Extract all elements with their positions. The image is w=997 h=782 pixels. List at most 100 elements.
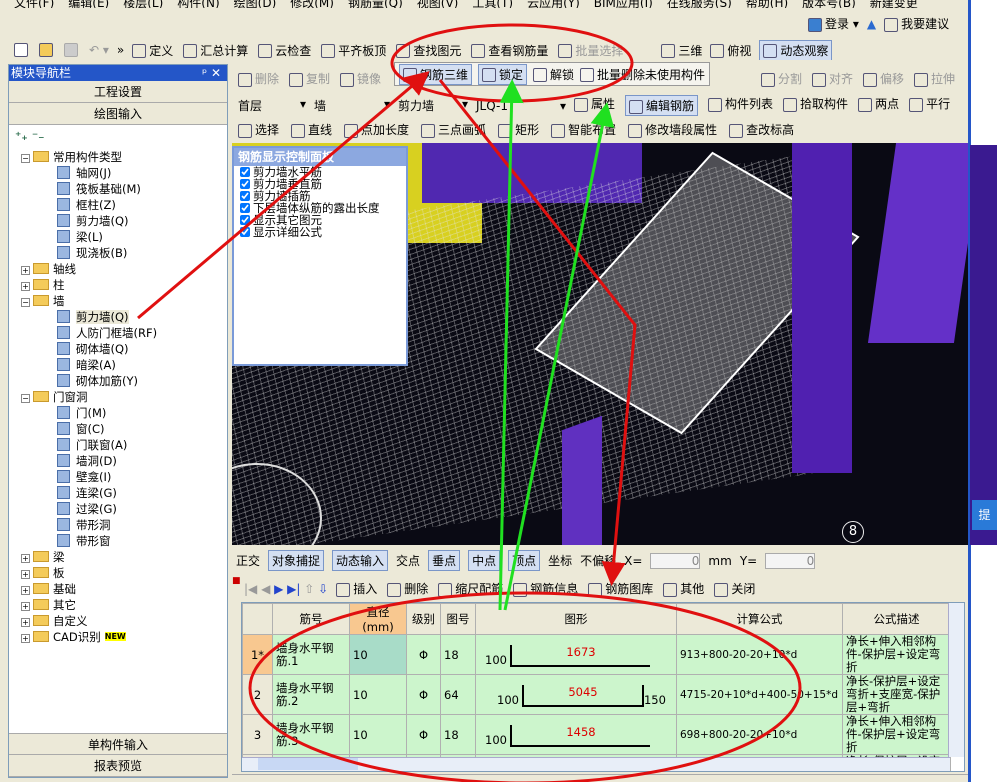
tree-item[interactable]: 窗(C) [21,421,227,437]
toolbar2_right-button-3[interactable]: 拉伸 [913,70,955,87]
cell-idx[interactable]: 3 [242,714,273,755]
toolbar3-button-0[interactable]: 属性 [574,95,615,116]
horizontal-scrollbar[interactable] [242,757,950,771]
option-checkbox[interactable] [240,215,250,225]
table-row[interactable]: 2 墙身水平钢筋.2 10 Φ 64 100 5045 150 4715-20+10*d+400… [242,674,951,715]
tree-item[interactable]: 门(M) [21,405,227,421]
collapse-icon[interactable]: − [21,154,30,163]
column-header[interactable]: 筋号 [272,603,350,635]
toolbar3-button-4[interactable]: 两点 [858,95,899,116]
tree-item[interactable]: 砌体墙(Q) [21,341,227,357]
snap-0[interactable]: 正交 [236,552,260,569]
tree-item[interactable]: 过梁(G) [21,501,227,517]
side-button[interactable]: 提 [972,500,997,530]
expand-icon[interactable]: + [21,266,30,275]
snap-1[interactable]: 对象捕捉 [268,550,325,571]
cell-fig[interactable]: 18 [440,634,476,675]
tree-folder[interactable]: + 柱 [21,277,227,293]
menu-item[interactable]: 编辑(E) [68,0,109,8]
menu-item[interactable]: 钢筋量(Q) [348,0,403,8]
toolbar4-button-4[interactable]: 矩形 [498,121,539,138]
new-file-icon[interactable] [14,43,28,57]
tree-folder[interactable]: + 自定义 [21,613,227,629]
expand-icon[interactable]: + [21,570,30,579]
cell-idx[interactable]: 2 [242,674,273,715]
toolbar2-button-0[interactable]: 删除 [238,70,279,87]
tree-item[interactable]: 剪力墙(Q) [21,213,227,229]
column-header[interactable]: 图号 [440,603,476,635]
cell-idx[interactable]: 1* [242,634,273,675]
vertical-scrollbar[interactable] [948,603,964,757]
column-header[interactable]: 直径(mm) [349,603,407,635]
menu-item[interactable]: 版本号(B) [802,0,856,8]
tree-folder[interactable]: + 其它 [21,597,227,613]
suggest-button[interactable]: 我要建议 [884,15,949,32]
tree-item[interactable]: 壁龛(I) [21,469,227,485]
option-checkbox[interactable] [240,167,250,177]
cell-dia[interactable]: 10 [349,674,407,715]
popup-button-1[interactable]: 锁定 [478,63,528,85]
tree-item[interactable]: 门联窗(A) [21,437,227,453]
column-header[interactable]: 公式描述 [842,603,951,635]
expand-icon[interactable]: + [21,586,30,595]
toolbar1-button-2[interactable]: 云检查 [258,42,311,59]
login-button[interactable]: 登录 ▾ [808,15,859,32]
popup-button-2[interactable]: 解锁 [533,66,574,83]
cell-name[interactable]: 墙身水平钢筋.3 [272,714,350,755]
tree-item[interactable]: 墙洞(D) [21,453,227,469]
menu-item[interactable]: 楼层(L) [123,0,163,8]
option-checkbox[interactable] [240,191,250,201]
option-checkbox[interactable] [240,227,250,237]
toolbar2_right-button-0[interactable]: 分割 [760,70,802,87]
tree-folder[interactable]: + 梁 [21,549,227,565]
option-checkbox[interactable] [240,203,250,213]
cell-grade[interactable]: Φ [406,634,441,675]
subtype-select[interactable]: 剪力墙 ▾ [398,97,468,114]
project-settings-button[interactable]: 工程设置 [9,81,227,103]
rebarbar-button-6[interactable]: 关闭 [714,580,755,597]
cell-fig[interactable]: 18 [440,714,476,755]
collapse-icon[interactable]: − [21,298,30,307]
x-label[interactable]: X= [624,554,642,568]
toolbar4-button-2[interactable]: 点加长度 [344,121,409,138]
snap-6[interactable]: 顶点 [508,550,541,571]
menu-item[interactable]: 修改(M) [290,0,334,8]
cell-grade[interactable]: Φ [406,674,441,715]
cell-dia[interactable]: 10 [349,634,407,675]
column-header[interactable]: 图形 [475,603,677,635]
option-checkbox[interactable] [240,179,250,189]
cell-shape[interactable]: 100 5045 150 [475,674,677,715]
column-header[interactable]: 级别 [406,603,441,635]
tree-folder[interactable]: + 板 [21,565,227,581]
toolbar4-button-5[interactable]: 智能布置 [551,121,616,138]
toolbar1-button-3[interactable]: 平齐板顶 [321,42,386,59]
toolbar1-button-0[interactable]: 定义 [132,42,173,59]
rebarbar-button-4[interactable]: 钢筋图库 [588,580,653,597]
cell-formula[interactable]: 698+800-20-20+10*d [676,714,843,755]
cell-shape[interactable]: 100 1458 [475,714,677,755]
toolbar1-button-6[interactable]: 批量选择 [558,42,623,59]
cell-formula[interactable]: 913+800-20-20+10*d [676,634,843,675]
cell-desc[interactable]: 净长-保护层+设定弯折+支座宽-保护层+弯折 [842,674,951,715]
snap-5[interactable]: 中点 [468,550,501,571]
rebarbar-button-0[interactable]: 插入 [336,580,377,597]
toolbar2_right-button-2[interactable]: 偏移 [862,70,904,87]
nav-arrows[interactable]: |◀ ◀ ▶ ▶| ⇧ ⇩ [244,582,328,596]
x-input[interactable]: 0 [650,552,701,569]
drawing-input-button[interactable]: 绘图输入 [9,103,227,125]
tree-item[interactable]: 轴网(J) [21,165,227,181]
tree-item[interactable]: 带形窗 [21,533,227,549]
toolbar4-button-0[interactable]: 选择 [238,121,279,138]
toolbar1_right-button-1[interactable]: 俯视 [710,42,751,59]
popup-button-3[interactable]: 批量删除未使用构件 [580,66,705,83]
tree-item[interactable]: 筏板基础(M) [21,181,227,197]
expand-icon[interactable]: + [21,282,30,291]
tree-item[interactable]: 梁(L) [21,229,227,245]
rebarbar-button-2[interactable]: 缩尺配筋 [438,580,503,597]
expand-collapse-icons[interactable]: ⁺₊ ⁻₋ [9,125,227,147]
cell-name[interactable]: 墙身水平钢筋.1 [272,634,350,675]
table-row[interactable]: 1* 墙身水平钢筋.1 10 Φ 18 100 1673 913+800-20-20+10*d… [242,634,951,675]
toolbar3-button-1[interactable]: 编辑钢筋 [625,95,699,116]
menu-item[interactable]: 新建变更 [870,0,918,8]
column-header[interactable] [242,603,273,635]
